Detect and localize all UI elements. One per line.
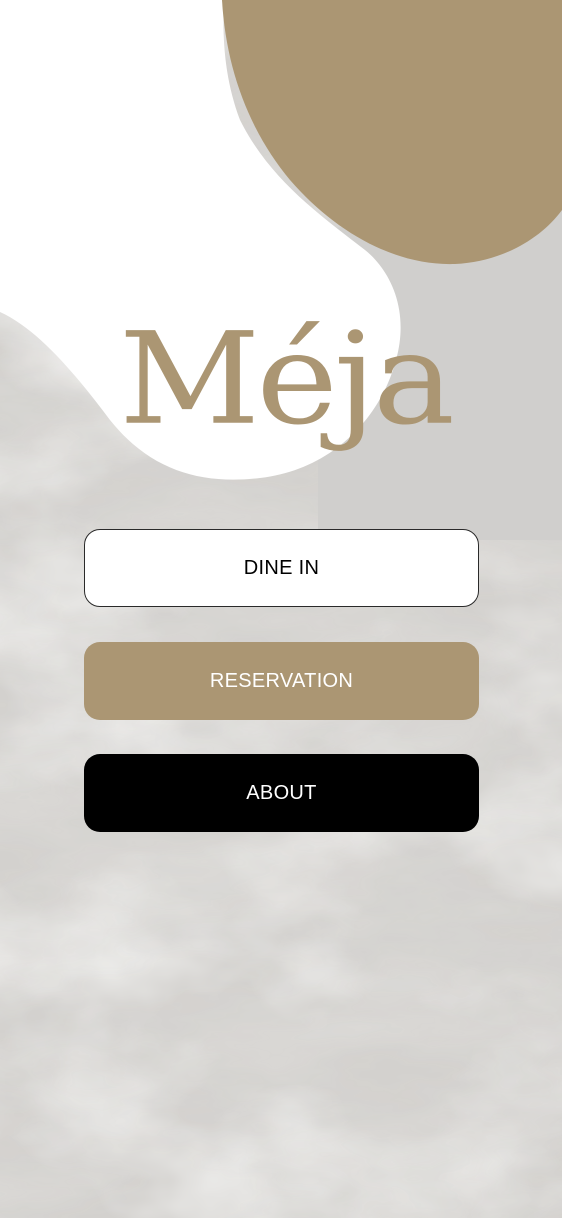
- reservation-label: RESERVATION: [209, 669, 354, 692]
- dine-in-label: DINE IN: [243, 556, 320, 579]
- brand-logo: Méja: [118, 304, 455, 454]
- about-button[interactable]: ABOUT: [84, 754, 479, 832]
- about-label: ABOUT: [246, 781, 317, 804]
- reservation-button[interactable]: RESERVATION: [84, 642, 479, 720]
- marble-background: [0, 0, 562, 1218]
- dine-in-button[interactable]: DINE IN: [84, 529, 479, 607]
- splash-screen: Méja DINE IN RESERVATION ABOUT: [0, 0, 562, 1218]
